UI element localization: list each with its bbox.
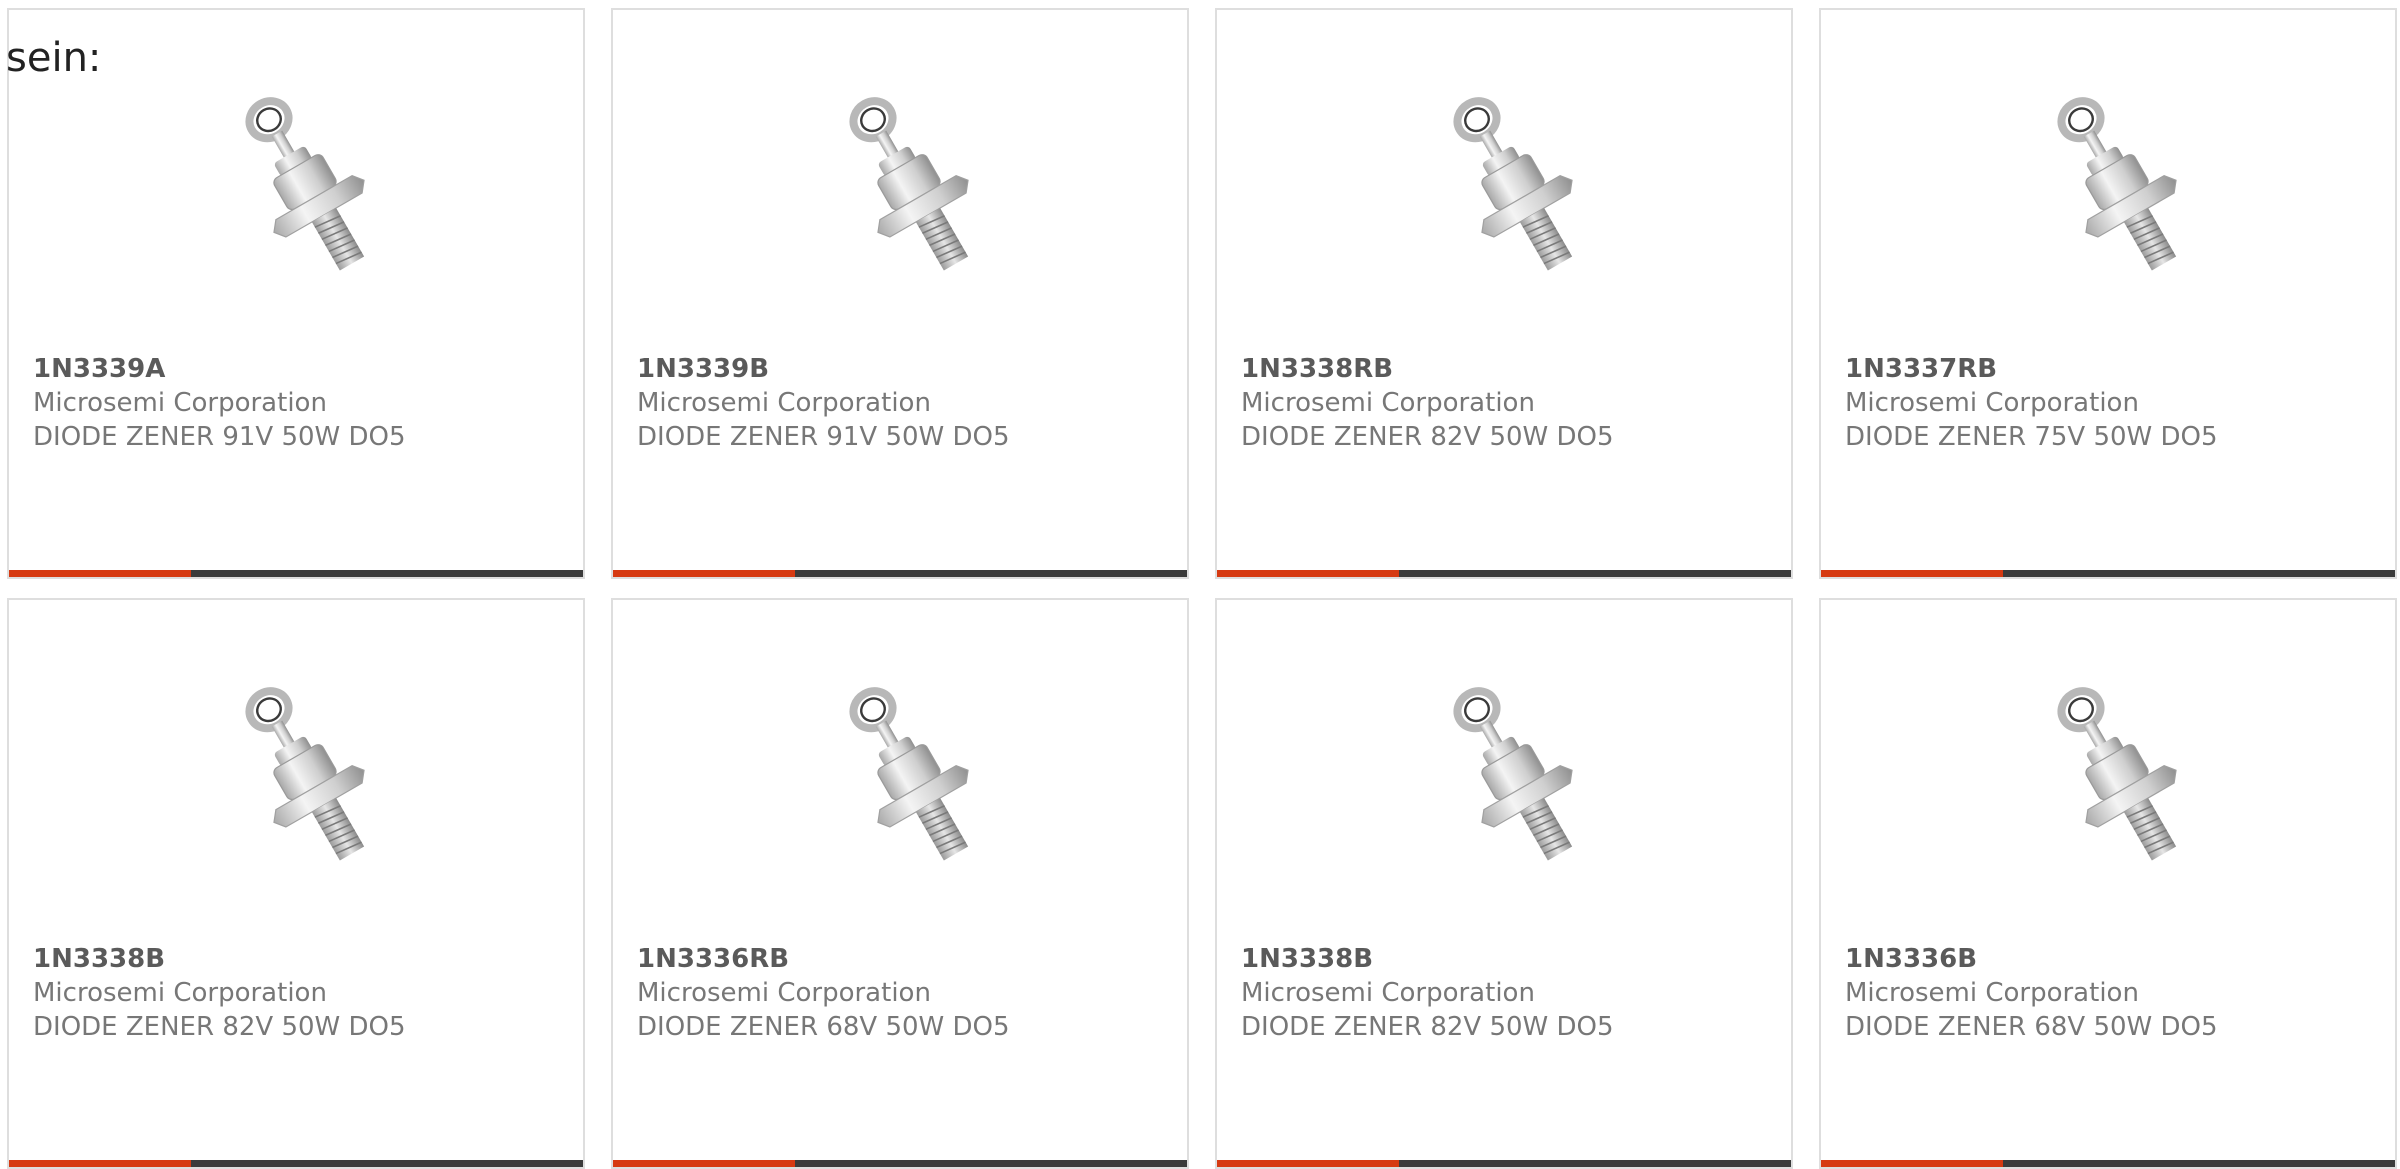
stud-diode-image[interactable] (813, 670, 1013, 880)
part-number-link[interactable]: 1N3339A (33, 352, 563, 386)
manufacturer-name: Microsemi Corporation (1845, 978, 2139, 1008)
manufacturer-name: Microsemi Corporation (637, 978, 931, 1008)
product-description: DIODE ZENER 82V 50W DO5 (33, 1012, 406, 1042)
product-description: DIODE ZENER 82V 50W DO5 (1241, 1012, 1614, 1042)
manufacturer-name: Microsemi Corporation (1241, 388, 1535, 418)
card-bottom-bar (613, 1160, 1187, 1167)
product-info: 1N3336RB Microsemi Corporation DIODE ZEN… (637, 942, 1167, 1044)
manufacturer-name: Microsemi Corporation (1845, 388, 2139, 418)
card-bottom-bar (1821, 1160, 2395, 1167)
stud-diode-image[interactable] (1417, 670, 1617, 880)
manufacturer-name: Microsemi Corporation (33, 978, 327, 1008)
card-accent-bar (1217, 570, 1399, 577)
part-number-link[interactable]: 1N3339B (637, 352, 1167, 386)
part-number-link[interactable]: 1N3337RB (1845, 352, 2375, 386)
product-info: 1N3337RB Microsemi Corporation DIODE ZEN… (1845, 352, 2375, 454)
intro-text: sein: (6, 35, 102, 81)
part-number-link[interactable]: 1N3338RB (1241, 352, 1771, 386)
card-bottom-bar (9, 570, 583, 577)
product-card[interactable]: 1N3336RB Microsemi Corporation DIODE ZEN… (611, 598, 1189, 1169)
card-accent-bar (613, 570, 795, 577)
product-info: 1N3338B Microsemi Corporation DIODE ZENE… (33, 942, 563, 1044)
part-number-link[interactable]: 1N3338B (1241, 942, 1771, 976)
part-number-link[interactable]: 1N3338B (33, 942, 563, 976)
card-bottom-bar (1217, 1160, 1791, 1167)
part-number-link[interactable]: 1N3336B (1845, 942, 2375, 976)
card-accent-bar (1821, 570, 2003, 577)
product-card[interactable]: 1N3339A Microsemi Corporation DIODE ZENE… (7, 8, 585, 579)
manufacturer-name: Microsemi Corporation (33, 388, 327, 418)
product-grid: 1N3339A Microsemi Corporation DIODE ZENE… (0, 0, 2400, 1169)
stud-diode-image[interactable] (813, 80, 1013, 290)
product-info: 1N3338RB Microsemi Corporation DIODE ZEN… (1241, 352, 1771, 454)
stud-diode-image[interactable] (1417, 80, 1617, 290)
stud-diode-image[interactable] (209, 670, 409, 880)
card-accent-bar (9, 1160, 191, 1167)
card-accent-bar (1821, 1160, 2003, 1167)
product-description: DIODE ZENER 68V 50W DO5 (1845, 1012, 2218, 1042)
card-accent-bar (613, 1160, 795, 1167)
product-info: 1N3336B Microsemi Corporation DIODE ZENE… (1845, 942, 2375, 1044)
card-bottom-bar (1821, 570, 2395, 577)
product-card[interactable]: 1N3337RB Microsemi Corporation DIODE ZEN… (1819, 8, 2397, 579)
part-number-link[interactable]: 1N3336RB (637, 942, 1167, 976)
product-info: 1N3339B Microsemi Corporation DIODE ZENE… (637, 352, 1167, 454)
product-card[interactable]: 1N3338RB Microsemi Corporation DIODE ZEN… (1215, 8, 1793, 579)
product-description: DIODE ZENER 91V 50W DO5 (637, 422, 1010, 452)
stud-diode-image[interactable] (2021, 80, 2221, 290)
product-card[interactable]: 1N3338B Microsemi Corporation DIODE ZENE… (7, 598, 585, 1169)
card-bottom-bar (613, 570, 1187, 577)
card-bottom-bar (9, 1160, 583, 1167)
product-description: DIODE ZENER 91V 50W DO5 (33, 422, 406, 452)
stud-diode-image[interactable] (2021, 670, 2221, 880)
card-bottom-bar (1217, 570, 1791, 577)
product-description: DIODE ZENER 75V 50W DO5 (1845, 422, 2218, 452)
product-card[interactable]: 1N3338B Microsemi Corporation DIODE ZENE… (1215, 598, 1793, 1169)
product-info: 1N3338B Microsemi Corporation DIODE ZENE… (1241, 942, 1771, 1044)
card-accent-bar (9, 570, 191, 577)
stud-diode-image[interactable] (209, 80, 409, 290)
product-info: 1N3339A Microsemi Corporation DIODE ZENE… (33, 352, 563, 454)
product-card[interactable]: 1N3336B Microsemi Corporation DIODE ZENE… (1819, 598, 2397, 1169)
product-card[interactable]: 1N3339B Microsemi Corporation DIODE ZENE… (611, 8, 1189, 579)
product-description: DIODE ZENER 68V 50W DO5 (637, 1012, 1010, 1042)
product-description: DIODE ZENER 82V 50W DO5 (1241, 422, 1614, 452)
card-accent-bar (1217, 1160, 1399, 1167)
manufacturer-name: Microsemi Corporation (1241, 978, 1535, 1008)
manufacturer-name: Microsemi Corporation (637, 388, 931, 418)
